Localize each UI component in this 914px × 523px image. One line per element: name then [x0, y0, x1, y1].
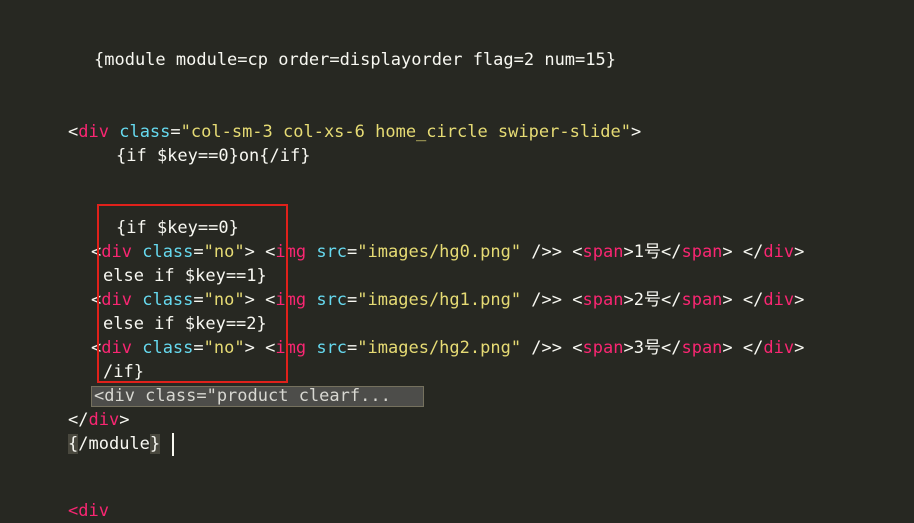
token-tag: span [582, 242, 624, 262]
token-gt: > [722, 338, 733, 358]
token-lt: </ [660, 338, 682, 358]
token-gt: > [722, 242, 733, 262]
token-string: "images/hg0.png" [357, 242, 522, 262]
token-tag: div [763, 338, 795, 358]
module-close-text: /module [78, 434, 150, 454]
span-text: 3号 [633, 338, 661, 358]
span-text: 2号 [633, 290, 661, 310]
token-gt: > [623, 242, 634, 262]
token-lt: </ [660, 290, 682, 310]
token-eq: = [347, 290, 358, 310]
token-lt: </ [742, 242, 764, 262]
folded-code-block[interactable]: <div class="product clearf... [91, 386, 424, 407]
token-tag: span [582, 338, 624, 358]
token-eq: = [347, 338, 358, 358]
token-self-close: /> [521, 338, 552, 358]
token-tag: div [763, 290, 795, 310]
brace-match-close: } [149, 434, 161, 454]
token-lt: < [68, 122, 79, 142]
code-line-partial: <div [68, 501, 109, 521]
token-tag: div [763, 242, 795, 262]
code-editor[interactable]: {module module=cp order=displayorder fla… [0, 0, 914, 521]
token-tag: span [681, 338, 723, 358]
token-attr: src [316, 290, 348, 310]
token-tag: span [681, 290, 723, 310]
token-attr: class [119, 122, 171, 142]
token-lt: < [572, 242, 583, 262]
code-line-div-close: </div> [68, 408, 129, 432]
code-line-module-close: {/module} [68, 432, 161, 456]
token-gt: > [722, 290, 733, 310]
token-gt: > [631, 122, 642, 142]
token-self-close: /> [521, 242, 552, 262]
token-string: "images/hg1.png" [357, 290, 522, 310]
token-gt: > [119, 410, 130, 430]
token-lt: </ [660, 242, 682, 262]
token-gt: > [551, 338, 563, 358]
code-line-div-open: <div class="col-sm-3 col-xs-6 home_circl… [68, 120, 641, 144]
token-gt: > [551, 290, 563, 310]
token-lt: </ [68, 410, 89, 430]
token-lt: </ [742, 338, 764, 358]
token-attr: src [316, 338, 348, 358]
span-text: 1号 [633, 242, 661, 262]
token-gt: > [794, 338, 805, 358]
text-cursor [172, 433, 174, 456]
token-eq: = [347, 242, 358, 262]
code-line-module-open: {module module=cp order=displayorder fla… [94, 50, 616, 70]
token-gt: > [551, 242, 563, 262]
token-attr: src [316, 242, 348, 262]
token-self-close: /> [521, 290, 552, 310]
token-gt: > [623, 338, 634, 358]
token-tag: span [582, 290, 624, 310]
annotation-highlight-box [97, 204, 288, 383]
token-lt: < [572, 338, 583, 358]
brace-match-open: { [68, 434, 79, 454]
token-gt: > [794, 242, 805, 262]
token-gt: > [623, 290, 634, 310]
token-tag: span [681, 242, 723, 262]
token-lt: </ [742, 290, 764, 310]
token-string: "col-sm-3 col-xs-6 home_circle swiper-sl… [180, 122, 631, 142]
token-string: "images/hg2.png" [357, 338, 522, 358]
token-lt: < [572, 290, 583, 310]
token-tag: div [88, 410, 120, 430]
code-line-if-on: {if $key==0}on{/if} [116, 146, 311, 166]
token-eq: = [170, 122, 181, 142]
token-tag: div [78, 122, 109, 142]
token-gt: > [794, 290, 805, 310]
